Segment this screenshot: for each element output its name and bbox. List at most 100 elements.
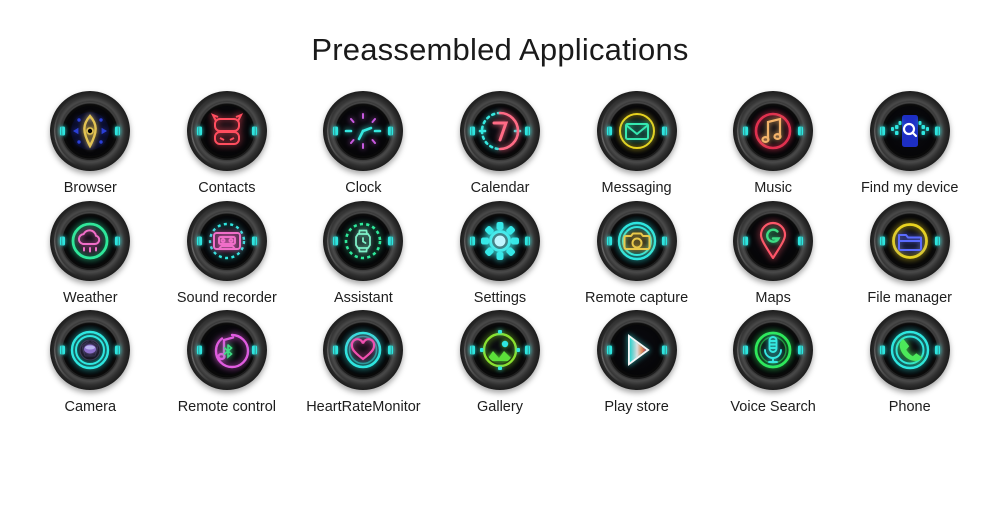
app-icon-bezel[interactable]	[50, 91, 131, 171]
app-tile-maps[interactable]: Maps	[705, 200, 842, 307]
indicator-light-right-icon	[524, 236, 530, 246]
indicator-light-right-icon	[251, 236, 257, 246]
phone-search-icon	[884, 106, 935, 156]
indicator-light-left-icon	[879, 236, 885, 246]
page-title: Preassembled Applications	[311, 32, 689, 67]
app-label: Settings	[473, 289, 527, 306]
app-label: Sound recorder	[176, 289, 277, 306]
app-icon-bezel[interactable]	[869, 310, 950, 391]
indicator-light-left-icon	[196, 126, 202, 136]
app-tile-messaging[interactable]: Messaging	[568, 91, 705, 197]
app-tile-clock[interactable]: Clock	[295, 91, 432, 197]
indicator-light-left-icon	[333, 345, 339, 355]
app-icon-bezel[interactable]	[459, 310, 540, 391]
indicator-light-left-icon	[743, 126, 749, 136]
envelope-icon	[611, 106, 662, 156]
indicator-light-right-icon	[661, 236, 667, 246]
indicator-light-right-icon	[115, 236, 121, 246]
app-label: HeartRateMonitor	[306, 399, 421, 416]
photo-icon	[474, 325, 525, 376]
app-tile-heartratemonitor[interactable]: HeartRateMonitor	[295, 310, 432, 416]
watch-icon	[338, 215, 389, 266]
play-icon	[611, 325, 662, 376]
app-label: Maps	[755, 289, 791, 306]
indicator-light-left-icon	[879, 345, 885, 355]
indicator-light-left-icon	[333, 126, 339, 136]
map-pin-icon	[748, 215, 799, 266]
app-tile-music[interactable]: Music	[705, 91, 842, 197]
app-label: Remote capture	[584, 289, 689, 306]
app-icon-bezel[interactable]	[869, 200, 950, 281]
app-tile-contacts[interactable]: Contacts	[159, 91, 296, 197]
app-tile-gallery[interactable]: Gallery	[432, 310, 569, 416]
app-row: Weather Sound recorder Assistant Setting…	[0, 200, 1000, 307]
app-label: Messaging	[601, 180, 672, 196]
app-tile-file-manager[interactable]: File manager	[841, 200, 978, 307]
indicator-light-left-icon	[333, 236, 339, 246]
app-tile-find-my-device[interactable]: Find my device	[841, 91, 978, 197]
app-icon-bezel[interactable]	[733, 200, 814, 281]
indicator-light-right-icon	[115, 126, 121, 136]
app-icon-bezel[interactable]	[186, 200, 267, 281]
app-icon-bezel[interactable]	[323, 91, 404, 171]
app-tile-play-store[interactable]: Play store	[568, 310, 705, 416]
app-icon-bezel[interactable]	[50, 200, 131, 281]
indicator-light-left-icon	[60, 345, 66, 355]
bluetooth-note-icon	[201, 325, 252, 376]
app-row: Camera Remote control HeartRateMonitor G…	[0, 310, 1000, 416]
app-label: Assistant	[334, 289, 393, 306]
app-icon-bezel[interactable]	[869, 91, 950, 171]
app-tile-settings[interactable]: Settings	[432, 200, 569, 307]
app-tile-sound-recorder[interactable]: Sound recorder	[159, 200, 296, 307]
cassette-icon	[201, 215, 252, 266]
app-icon-bezel[interactable]	[323, 200, 404, 281]
app-icon-bezel[interactable]	[186, 310, 267, 391]
app-label: File manager	[867, 289, 953, 306]
indicator-light-left-icon	[743, 236, 749, 246]
indicator-light-left-icon	[469, 345, 475, 355]
indicator-light-right-icon	[388, 345, 394, 355]
app-icon-bezel[interactable]	[733, 91, 814, 171]
robot-face-icon	[201, 106, 252, 156]
indicator-light-left-icon	[879, 126, 885, 136]
app-tile-assistant[interactable]: Assistant	[295, 200, 432, 307]
indicator-light-left-icon	[606, 236, 612, 246]
app-icon-bezel[interactable]	[596, 200, 677, 281]
app-tile-phone[interactable]: Phone	[841, 310, 978, 416]
app-tile-weather[interactable]: Weather	[22, 200, 159, 307]
app-label: Gallery	[477, 399, 523, 416]
app-label: Browser	[63, 180, 117, 196]
indicator-light-right-icon	[798, 236, 804, 246]
indicator-light-right-icon	[934, 345, 940, 355]
app-icon-bezel[interactable]	[459, 200, 540, 281]
indicator-light-right-icon	[798, 345, 804, 355]
app-icon-bezel[interactable]	[733, 310, 814, 391]
app-tile-calendar[interactable]: Calendar	[432, 91, 569, 197]
app-label: Play store	[604, 399, 669, 416]
app-icon-bezel[interactable]	[323, 310, 404, 391]
indicator-light-right-icon	[661, 126, 667, 136]
indicator-light-left-icon	[606, 126, 612, 136]
app-tile-voice-search[interactable]: Voice Search	[705, 310, 842, 416]
heart-icon	[338, 325, 389, 376]
app-icon-bezel[interactable]	[50, 310, 131, 391]
app-label: Music	[754, 180, 793, 196]
app-launcher-page: Preassembled Applications Browser Contac…	[0, 0, 1000, 530]
app-tile-remote-capture[interactable]: Remote capture	[568, 200, 705, 307]
app-icon-bezel[interactable]	[596, 91, 677, 171]
app-icon-bezel[interactable]	[459, 91, 540, 171]
app-label: Weather	[63, 289, 118, 306]
indicator-light-right-icon	[388, 126, 394, 136]
app-tile-remote-control[interactable]: Remote control	[159, 310, 296, 416]
indicator-light-right-icon	[798, 126, 804, 136]
app-label: Find my device	[860, 180, 959, 196]
gear-icon	[474, 215, 525, 266]
indicator-light-left-icon	[60, 236, 66, 246]
app-icon-bezel[interactable]	[186, 91, 267, 171]
indicator-light-left-icon	[606, 345, 612, 355]
indicator-light-left-icon	[743, 345, 749, 355]
app-tile-camera[interactable]: Camera	[22, 310, 159, 416]
app-label: Remote control	[177, 399, 277, 416]
app-tile-browser[interactable]: Browser	[22, 91, 159, 197]
app-icon-bezel[interactable]	[596, 310, 677, 391]
